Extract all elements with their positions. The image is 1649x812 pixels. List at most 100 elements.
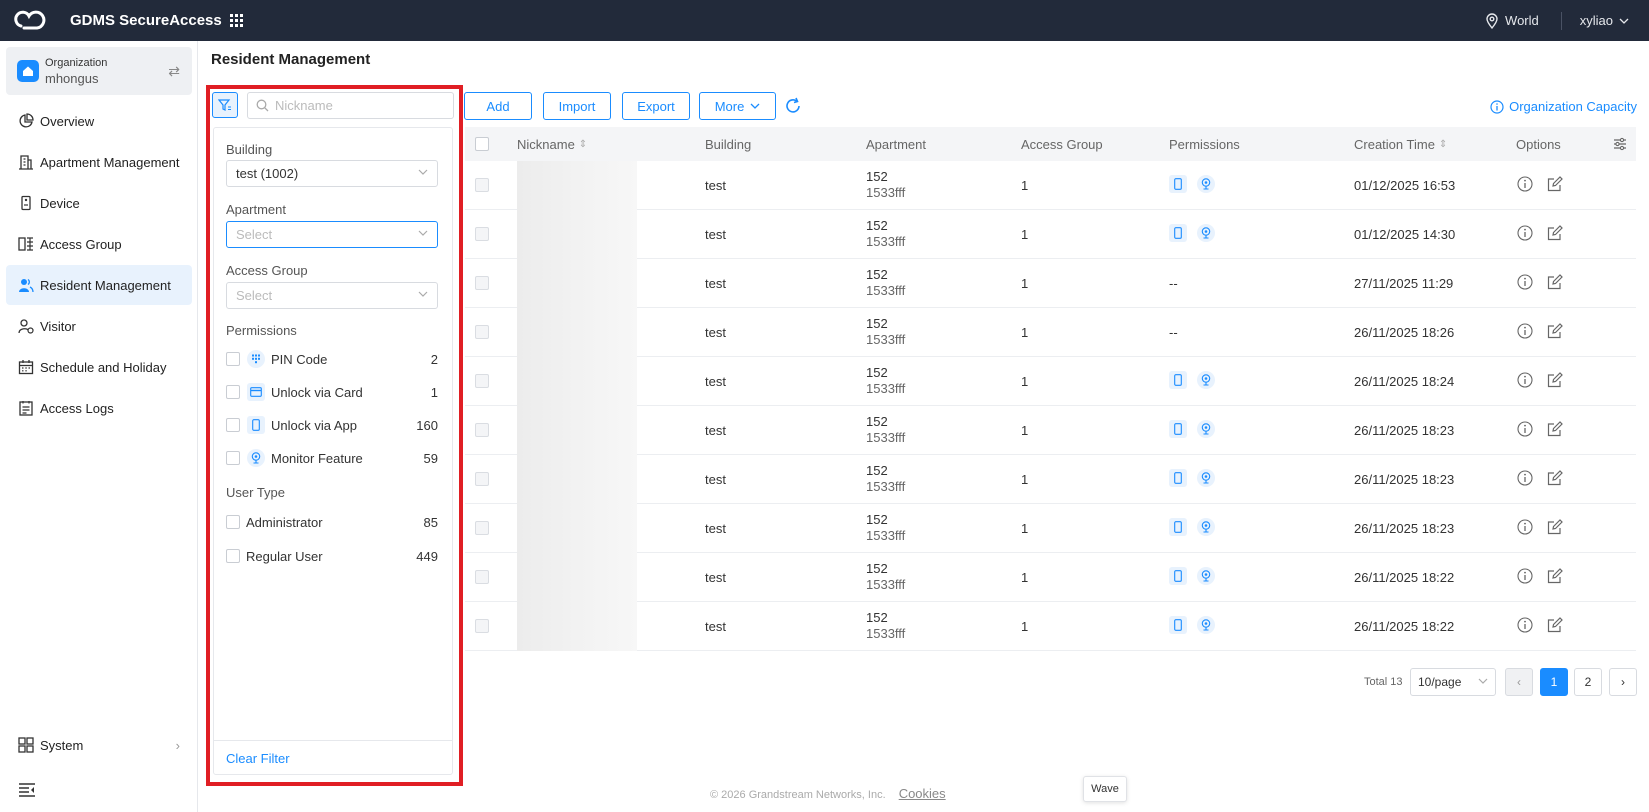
region-selector[interactable]: World: [1485, 12, 1539, 29]
building-cell: test: [705, 423, 726, 438]
add-button[interactable]: Add: [464, 92, 532, 120]
info-icon[interactable]: [1517, 274, 1533, 293]
row-checkbox[interactable]: [475, 227, 489, 241]
row-checkbox[interactable]: [475, 276, 489, 290]
sidebar-item-access-logs[interactable]: Access Logs: [6, 388, 192, 428]
info-icon[interactable]: [1517, 519, 1533, 538]
sidebar-item-system[interactable]: System ›: [6, 725, 192, 765]
chevron-down-icon: [1478, 678, 1488, 684]
camera-icon: [1197, 371, 1215, 389]
sidebar-item-resident-management[interactable]: Resident Management: [6, 265, 192, 305]
sidebar-item-overview[interactable]: Overview: [6, 101, 192, 141]
switch-organization-icon[interactable]: ⇄: [168, 63, 180, 80]
creation-time-cell: 26/11/2025 18:23: [1354, 472, 1455, 487]
camera-icon: [1197, 469, 1215, 487]
row-checkbox[interactable]: [475, 619, 489, 633]
row-checkbox[interactable]: [475, 325, 489, 339]
info-icon[interactable]: [1517, 617, 1533, 636]
info-icon[interactable]: [1517, 470, 1533, 489]
info-icon[interactable]: [1517, 568, 1533, 587]
collapse-sidebar-icon[interactable]: [18, 783, 36, 797]
more-button[interactable]: More: [699, 92, 776, 120]
building-cell: test: [705, 472, 726, 487]
sidebar-item-visitor[interactable]: Visitor: [6, 306, 192, 346]
column-creation-time[interactable]: Creation Time ⇕: [1354, 137, 1447, 152]
creation-time-cell: 26/11/2025 18:26: [1354, 325, 1455, 340]
select-all-checkbox[interactable]: [475, 137, 489, 151]
table-row[interactable]: test 152 1533fff 1 26/11/2025 18:22: [465, 553, 1636, 602]
column-permissions: Permissions: [1169, 137, 1240, 152]
table-row[interactable]: test 152 1533fff 1 01/12/2025 16:53: [465, 161, 1636, 210]
table-row[interactable]: test 152 1533fff 1 26/11/2025 18:24: [465, 357, 1636, 406]
row-checkbox[interactable]: [475, 521, 489, 535]
table-row[interactable]: test 152 1533fff 1 -- 26/11/2025 18:26: [465, 308, 1636, 357]
chevron-down-icon: [1619, 18, 1629, 24]
edit-icon[interactable]: [1547, 225, 1563, 244]
refresh-icon[interactable]: [784, 97, 802, 115]
gdms-logo-icon[interactable]: [12, 10, 46, 32]
building-cell: test: [705, 374, 726, 389]
edit-icon[interactable]: [1547, 617, 1563, 636]
info-icon[interactable]: [1517, 323, 1533, 342]
options-cell: [1517, 176, 1563, 195]
organization-capacity-link[interactable]: Organization Capacity: [1490, 99, 1637, 114]
cookies-link[interactable]: Cookies: [899, 786, 946, 801]
access-group-cell: 1: [1021, 227, 1029, 242]
calendar-icon: [18, 360, 34, 375]
previous-page-button[interactable]: ‹: [1505, 668, 1533, 696]
apartment-room: 1533fff: [866, 185, 906, 200]
info-icon[interactable]: [1517, 225, 1533, 244]
table-row[interactable]: test 152 1533fff 1 26/11/2025 18:23: [465, 455, 1636, 504]
table-row[interactable]: test 152 1533fff 1 26/11/2025 18:22: [465, 602, 1636, 651]
location-pin-icon: [1486, 12, 1498, 29]
info-icon[interactable]: [1517, 372, 1533, 391]
user-menu[interactable]: xyliao: [1580, 13, 1629, 28]
column-nickname[interactable]: Nickname ⇕: [517, 137, 587, 152]
page-button-1[interactable]: 1: [1540, 668, 1568, 696]
divider: [1560, 11, 1562, 30]
edit-icon[interactable]: [1547, 323, 1563, 342]
edit-icon[interactable]: [1547, 274, 1563, 293]
column-access-group: Access Group: [1021, 137, 1103, 152]
organization-card[interactable]: Organization mhongus ⇄: [6, 47, 192, 95]
edit-icon[interactable]: [1547, 421, 1563, 440]
edit-icon[interactable]: [1547, 176, 1563, 195]
info-icon[interactable]: [1517, 176, 1533, 195]
table-row[interactable]: test 152 1533fff 1 26/11/2025 18:23: [465, 406, 1636, 455]
more-button-label: More: [714, 98, 745, 114]
apartment-cell: 152 1533fff: [866, 463, 905, 495]
sidebar-item-schedule-and-holiday[interactable]: Schedule and Holiday: [6, 347, 192, 387]
sidebar-item-access-group[interactable]: Access Group: [6, 224, 192, 264]
row-checkbox-cell: [475, 570, 489, 584]
row-checkbox[interactable]: [475, 374, 489, 388]
row-checkbox[interactable]: [475, 570, 489, 584]
column-settings-icon[interactable]: [1613, 137, 1627, 151]
apps-grid-icon[interactable]: [229, 13, 244, 28]
options-cell: [1517, 323, 1563, 342]
page-button-2[interactable]: 2: [1574, 668, 1602, 696]
import-button[interactable]: Import: [543, 92, 611, 120]
edit-icon[interactable]: [1547, 372, 1563, 391]
edit-icon[interactable]: [1547, 470, 1563, 489]
column-label: Permissions: [1169, 137, 1240, 152]
row-checkbox[interactable]: [475, 423, 489, 437]
apartment-cell: 152 1533fff: [866, 610, 905, 642]
page-size-select[interactable]: 10/page: [1410, 668, 1496, 696]
export-button[interactable]: Export: [622, 92, 690, 120]
building-icon: [19, 155, 33, 170]
column-building: Building: [705, 137, 751, 152]
row-checkbox[interactable]: [475, 178, 489, 192]
sidebar-item-device[interactable]: Device: [6, 183, 192, 223]
username: xyliao: [1579, 13, 1613, 28]
edit-icon[interactable]: [1547, 568, 1563, 587]
edit-icon[interactable]: [1547, 519, 1563, 538]
table-row[interactable]: test 152 1533fff 1 01/12/2025 14:30: [465, 210, 1636, 259]
tooltip: Wave: [1083, 776, 1127, 802]
table-row[interactable]: test 152 1533fff 1 -- 27/11/2025 11:29: [465, 259, 1636, 308]
table-row[interactable]: test 152 1533fff 1 26/11/2025 18:23: [465, 504, 1636, 553]
info-icon[interactable]: [1517, 421, 1533, 440]
row-checkbox[interactable]: [475, 472, 489, 486]
next-page-button[interactable]: ›: [1609, 668, 1637, 696]
nickname-redacted: [517, 602, 637, 651]
sidebar-item-apartment-management[interactable]: Apartment Management: [6, 142, 192, 182]
